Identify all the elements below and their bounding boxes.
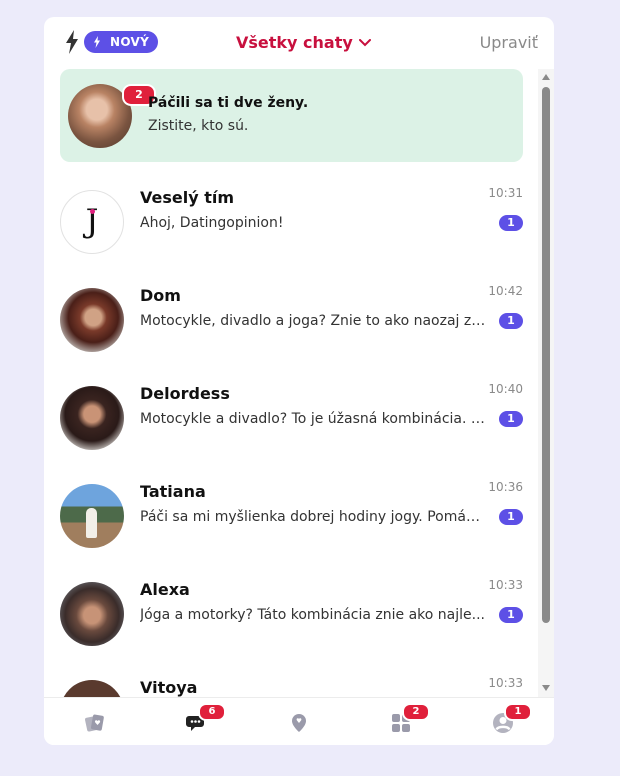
chat-name: Delordess — [140, 384, 230, 403]
chats-badge: 6 — [198, 703, 226, 721]
avatar: J — [60, 190, 124, 254]
nav-apps[interactable]: 2 — [350, 698, 452, 745]
nav-profile[interactable]: 1 — [452, 698, 554, 745]
bolt-icon — [94, 36, 100, 48]
scrollbar[interactable] — [538, 69, 554, 697]
unread-badge: 1 — [499, 313, 523, 329]
nav-chats[interactable]: 6 — [146, 698, 248, 745]
team-logo-letter: J — [85, 202, 99, 240]
scroll-down-arrow[interactable] — [542, 685, 550, 691]
chat-time: 10:33 — [488, 578, 523, 592]
likes-title: Páčili sa ti dve ženy. — [148, 95, 309, 111]
likes-banner[interactable]: 2 Páčili sa ti dve ženy. Zistite, kto sú… — [60, 69, 523, 162]
chat-preview: Motocykle a divadlo? To je úžasná kombin… — [140, 411, 488, 427]
new-badge[interactable]: NOVÝ — [84, 31, 159, 53]
chat-row[interactable]: Dom 10:42 Motocykle, divadlo a joga? Zni… — [44, 268, 538, 366]
scrollbar-thumb[interactable] — [542, 87, 550, 623]
location-pin-icon — [292, 714, 306, 732]
unread-badge: 1 — [499, 411, 523, 427]
avatar — [60, 582, 124, 646]
chat-name: Veselý tím — [140, 188, 235, 207]
chat-row[interactable]: J Veselý tím 10:31 Ahoj, Datingopinion! … — [44, 170, 538, 268]
avatar — [60, 680, 124, 697]
chat-filter-dropdown[interactable]: Všetky chaty — [236, 33, 371, 53]
chat-time: 10:36 — [488, 480, 523, 494]
scroll-up-arrow[interactable] — [542, 74, 550, 80]
chat-time: 10:31 — [488, 186, 523, 200]
chat-filter-label: Všetky chaty — [236, 33, 353, 52]
chat-time: 10:42 — [488, 284, 523, 298]
unread-badge: 1 — [499, 509, 523, 525]
chat-time: 10:40 — [488, 382, 523, 396]
nav-cards[interactable] — [44, 698, 146, 745]
cards-icon — [85, 714, 104, 732]
chat-time: 10:33 — [488, 676, 523, 690]
chat-row[interactable]: Delordess 10:40 Motocykle a divadlo? To … — [44, 366, 538, 464]
avatar — [60, 386, 124, 450]
chevron-down-icon — [358, 39, 371, 47]
chat-preview: Jóga a motorky? Táto kombinácia znie ako… — [140, 607, 485, 623]
profile-badge: 1 — [504, 703, 532, 721]
likes-subtitle: Zistite, kto sú. — [148, 118, 249, 134]
chat-name: Dom — [140, 286, 181, 305]
chat-name: Alexa — [140, 580, 190, 599]
chat-name: Tatiana — [140, 482, 206, 501]
unread-badge: 1 — [499, 215, 523, 231]
bolt-icon[interactable] — [64, 30, 80, 54]
nav-nearby[interactable] — [248, 698, 350, 745]
edit-button[interactable]: Upraviť — [480, 33, 538, 53]
chat-list: 2 Páčili sa ti dve ženy. Zistite, kto sú… — [44, 69, 538, 697]
new-badge-label: NOVÝ — [110, 35, 150, 49]
chat-row[interactable]: Tatiana 10:36 Páči sa mi myšlienka dobre… — [44, 464, 538, 562]
chat-row[interactable]: Vitoya 10:33 — [44, 660, 538, 697]
chat-preview: Motocykle, divadlo a joga? Znie to ako n… — [140, 313, 488, 329]
chat-preview: Ahoj, Datingopinion! — [140, 215, 284, 231]
bottom-nav: 6 2 1 — [44, 697, 554, 745]
chat-name: Vitoya — [140, 678, 198, 697]
unread-badge: 1 — [499, 607, 523, 623]
apps-badge: 2 — [402, 703, 430, 721]
chat-panel: NOVÝ Všetky chaty Upraviť 2 Páčili sa ti… — [44, 17, 554, 745]
avatar — [60, 484, 124, 548]
chat-preview: Páči sa mi myšlienka dobrej hodiny jogy.… — [140, 509, 488, 525]
chat-row[interactable]: Alexa 10:33 Jóga a motorky? Táto kombiná… — [44, 562, 538, 660]
avatar — [60, 288, 124, 352]
header: NOVÝ Všetky chaty Upraviť — [44, 17, 554, 69]
